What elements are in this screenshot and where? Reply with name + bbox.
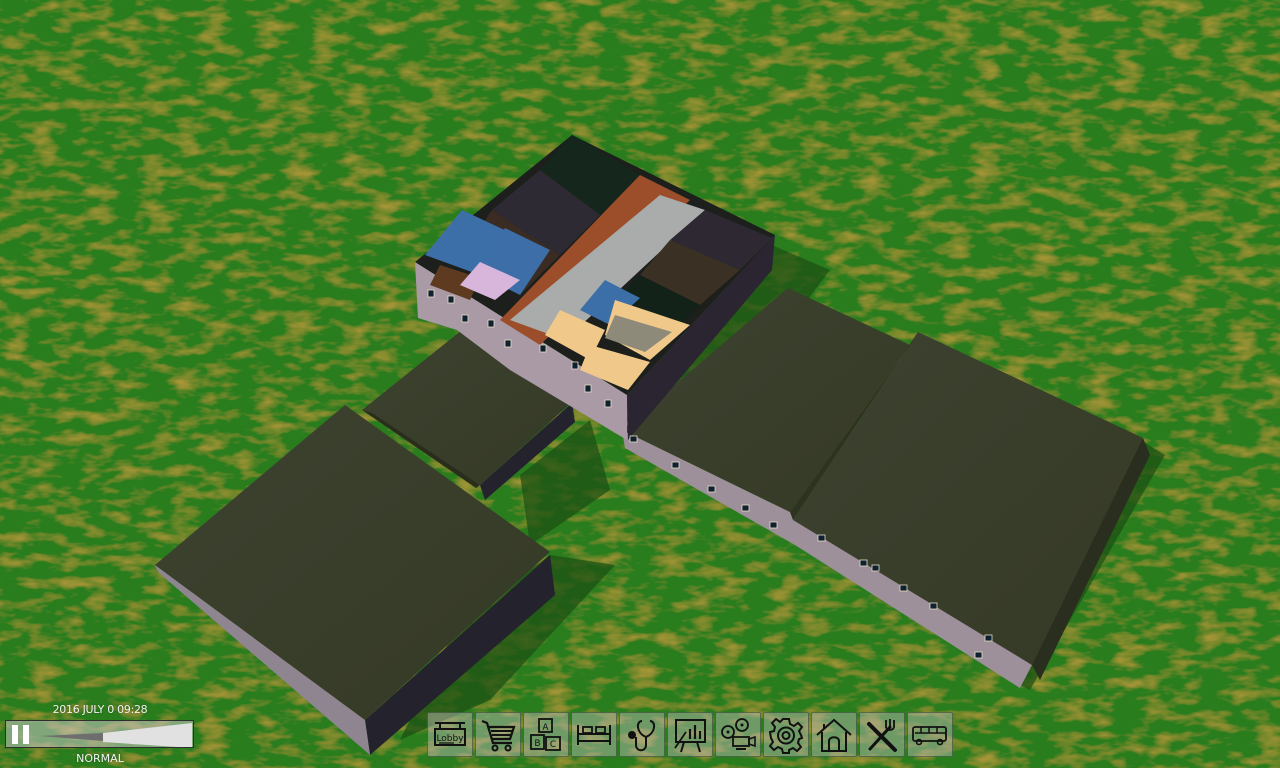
transport-button[interactable] bbox=[907, 712, 953, 757]
build-category-toolbar: Lobby A B C bbox=[427, 712, 953, 757]
cinema-button[interactable] bbox=[715, 712, 761, 757]
game-speed-slider[interactable] bbox=[40, 723, 192, 746]
bus-icon bbox=[912, 725, 947, 745]
shopping-cart-icon bbox=[481, 719, 516, 751]
bed-icon bbox=[577, 724, 611, 745]
film-projector-icon bbox=[721, 717, 756, 750]
svg-text:A: A bbox=[542, 723, 549, 733]
gear-icon bbox=[768, 717, 804, 754]
svg-text:C: C bbox=[550, 740, 556, 750]
toy-blocks-icon: A B C bbox=[530, 717, 561, 751]
fork-knife-icon bbox=[867, 718, 897, 752]
medical-button[interactable] bbox=[619, 712, 665, 757]
conference-button[interactable] bbox=[667, 712, 713, 757]
speed-control-panel bbox=[5, 720, 194, 748]
game-date-time: 2016 JULY 0 09:28 bbox=[52, 703, 148, 716]
pause-button[interactable] bbox=[11, 725, 33, 744]
pause-icon-bar-left bbox=[12, 725, 18, 744]
shop-button[interactable] bbox=[475, 712, 521, 757]
kids-area-button[interactable]: A B C bbox=[523, 712, 569, 757]
lobby-sign-icon: Lobby bbox=[434, 721, 466, 746]
svg-text:B: B bbox=[534, 739, 540, 749]
stethoscope-icon bbox=[628, 719, 656, 751]
game-speed-label: NORMAL bbox=[76, 752, 124, 765]
bedroom-button[interactable] bbox=[571, 712, 617, 757]
presentation-board-icon bbox=[674, 718, 706, 752]
settings-button[interactable] bbox=[763, 712, 809, 757]
lobby-button[interactable]: Lobby bbox=[427, 712, 473, 757]
restaurant-button[interactable] bbox=[859, 712, 905, 757]
game-viewport[interactable] bbox=[0, 0, 1280, 768]
house-icon bbox=[816, 718, 852, 752]
pause-icon-bar-right bbox=[23, 725, 29, 744]
home-button[interactable] bbox=[811, 712, 857, 757]
